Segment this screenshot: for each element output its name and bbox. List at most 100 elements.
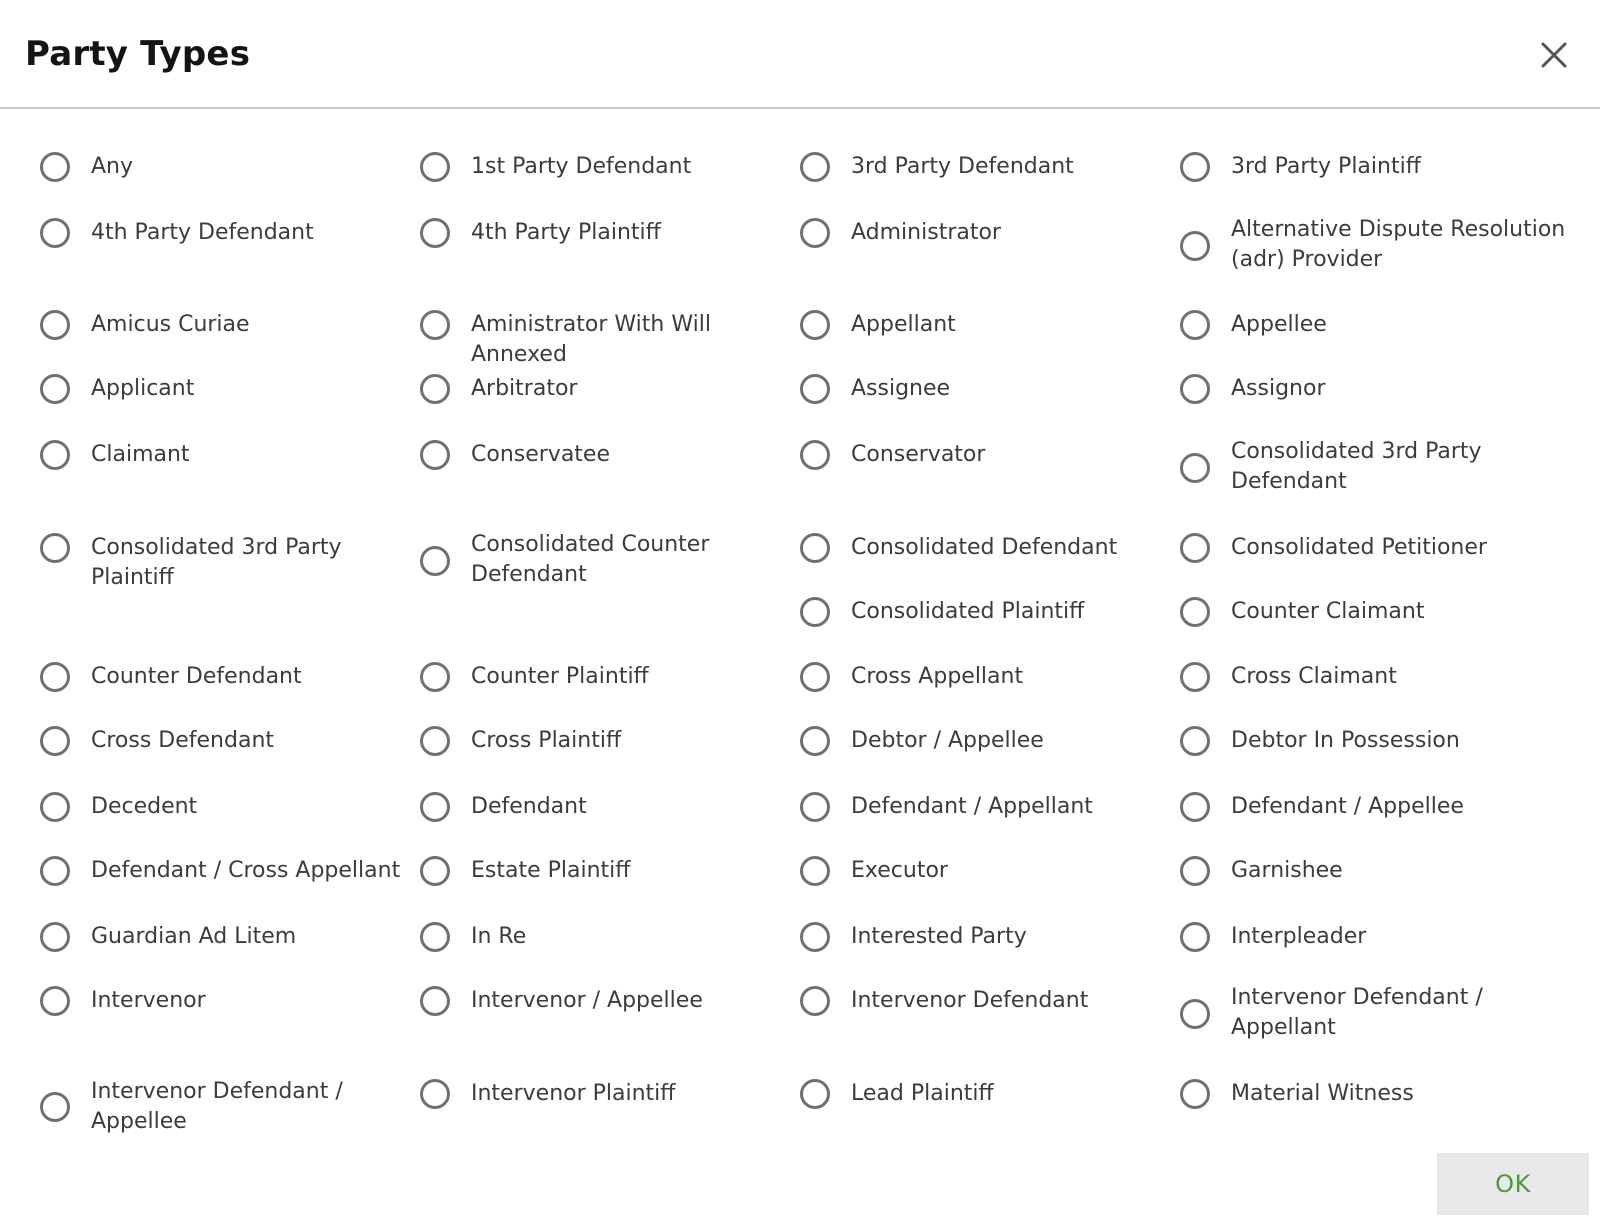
- radio-label: Claimant: [91, 442, 190, 467]
- radio-button[interactable]: [40, 856, 70, 886]
- radio-button[interactable]: [800, 440, 830, 470]
- radio-label: Assignee: [851, 376, 951, 401]
- radio-label: Material Witness: [1231, 1081, 1414, 1106]
- party-type-options: Any 1st Party Defendant 3rd Party Defendan…: [0, 111, 1600, 1139]
- radio-label: Defendant / Appellee: [1231, 794, 1464, 819]
- radio-label: Counter Claimant: [1231, 599, 1425, 624]
- radio-button[interactable]: [1180, 922, 1210, 952]
- radio-label: Garnishee: [1231, 858, 1343, 883]
- radio-button[interactable]: [800, 986, 830, 1016]
- radio-button[interactable]: [800, 310, 830, 340]
- radio-label: Executor: [851, 858, 948, 883]
- radio-button[interactable]: [420, 440, 450, 470]
- radio-label: Arbitrator: [471, 376, 578, 401]
- radio-button[interactable]: [800, 856, 830, 886]
- radio-button[interactable]: [40, 792, 70, 822]
- radio-label: Debtor / Appellee: [851, 728, 1044, 753]
- radio-button[interactable]: [420, 792, 450, 822]
- radio-label: Counter Plaintiff: [471, 664, 649, 689]
- radio-label: Intervenor Defendant: [851, 988, 1089, 1013]
- radio-button[interactable]: [1180, 310, 1210, 340]
- radio-button[interactable]: [1180, 152, 1210, 182]
- radio-label: Lead Plaintiff: [851, 1081, 994, 1106]
- radio-button[interactable]: [40, 218, 70, 248]
- radio-button[interactable]: [800, 533, 830, 563]
- radio-button[interactable]: [800, 152, 830, 182]
- radio-button[interactable]: [40, 922, 70, 952]
- radio-label: Consolidated 3rd Party Plaintiff: [91, 535, 342, 590]
- radio-label: Appellee: [1231, 312, 1327, 337]
- radio-button[interactable]: [420, 856, 450, 886]
- radio-button[interactable]: [1180, 726, 1210, 756]
- radio-button[interactable]: [40, 533, 70, 563]
- radio-label: 4th Party Defendant: [91, 220, 314, 245]
- radio-button[interactable]: [800, 597, 830, 627]
- radio-label: Conservatee: [471, 442, 611, 467]
- dialog-title: Party Types: [25, 34, 251, 74]
- radio-label: Debtor In Possession: [1231, 728, 1460, 753]
- radio-button[interactable]: [800, 662, 830, 692]
- radio-button[interactable]: [40, 662, 70, 692]
- close-button[interactable]: [1536, 37, 1572, 73]
- radio-button[interactable]: [420, 152, 450, 182]
- radio-button[interactable]: [800, 1079, 830, 1109]
- radio-button[interactable]: [1180, 792, 1210, 822]
- radio-button[interactable]: [1180, 1079, 1210, 1109]
- radio-label: 1st Party Defendant: [471, 154, 692, 179]
- radio-label: Defendant / Appellant: [851, 794, 1093, 819]
- radio-label: Cross Defendant: [91, 728, 275, 753]
- radio-label: Interested Party: [851, 924, 1027, 949]
- radio-label: Consolidated Counter Defendant: [471, 532, 710, 587]
- radio-label: Counter Defendant: [91, 664, 302, 689]
- radio-label: Decedent: [91, 794, 198, 819]
- radio-button[interactable]: [420, 922, 450, 952]
- radio-button[interactable]: [800, 792, 830, 822]
- radio-label: Appellant: [851, 312, 956, 337]
- radio-button[interactable]: [1180, 999, 1210, 1029]
- radio-button[interactable]: [420, 374, 450, 404]
- radio-label: Administrator: [851, 220, 1001, 245]
- radio-button[interactable]: [1180, 597, 1210, 627]
- radio-button[interactable]: [420, 218, 450, 248]
- radio-button[interactable]: [800, 218, 830, 248]
- radio-label: Defendant: [471, 794, 587, 819]
- radio-button[interactable]: [1180, 662, 1210, 692]
- radio-label: Any: [91, 154, 134, 179]
- radio-label: Intervenor Defendant / Appellant: [1231, 985, 1483, 1040]
- radio-label: Interpleader: [1231, 924, 1367, 949]
- radio-button[interactable]: [40, 152, 70, 182]
- radio-label: Conservator: [851, 442, 986, 467]
- radio-button[interactable]: [420, 546, 450, 576]
- radio-button[interactable]: [800, 374, 830, 404]
- radio-label: Defendant / Cross Appellant: [91, 858, 401, 883]
- radio-button[interactable]: [40, 310, 70, 340]
- radio-label: Intervenor Defendant / Appellee: [91, 1079, 343, 1134]
- radio-button[interactable]: [800, 922, 830, 952]
- radio-button[interactable]: [420, 1079, 450, 1109]
- radio-button[interactable]: [40, 726, 70, 756]
- radio-button[interactable]: [1180, 533, 1210, 563]
- radio-button[interactable]: [1180, 453, 1210, 483]
- radio-label: 3rd Party Plaintiff: [1231, 154, 1421, 179]
- radio-button[interactable]: [800, 726, 830, 756]
- party-types-dialog: Party Types Any 1st Party Defendant 3rd Pa…: [0, 0, 1600, 1225]
- radio-button[interactable]: [40, 986, 70, 1016]
- radio-button[interactable]: [1180, 374, 1210, 404]
- ok-button[interactable]: OK: [1437, 1153, 1589, 1215]
- radio-label: Alternative Dispute Resolution (adr) Pro…: [1231, 217, 1566, 272]
- radio-label: Consolidated 3rd Party Defendant: [1231, 439, 1482, 494]
- radio-button[interactable]: [1180, 231, 1210, 261]
- radio-button[interactable]: [420, 310, 450, 340]
- radio-label: Consolidated Defendant: [851, 535, 1118, 560]
- radio-button[interactable]: [40, 374, 70, 404]
- radio-button[interactable]: [420, 726, 450, 756]
- radio-label: Guardian Ad Litem: [91, 924, 297, 949]
- radio-label: Consolidated Petitioner: [1231, 535, 1487, 560]
- radio-button[interactable]: [420, 662, 450, 692]
- radio-button[interactable]: [40, 440, 70, 470]
- radio-label: Aministrator With Will Annexed: [471, 312, 711, 367]
- radio-button[interactable]: [40, 1092, 70, 1122]
- radio-label: Intervenor Plaintiff: [471, 1081, 676, 1106]
- radio-button[interactable]: [420, 986, 450, 1016]
- radio-button[interactable]: [1180, 856, 1210, 886]
